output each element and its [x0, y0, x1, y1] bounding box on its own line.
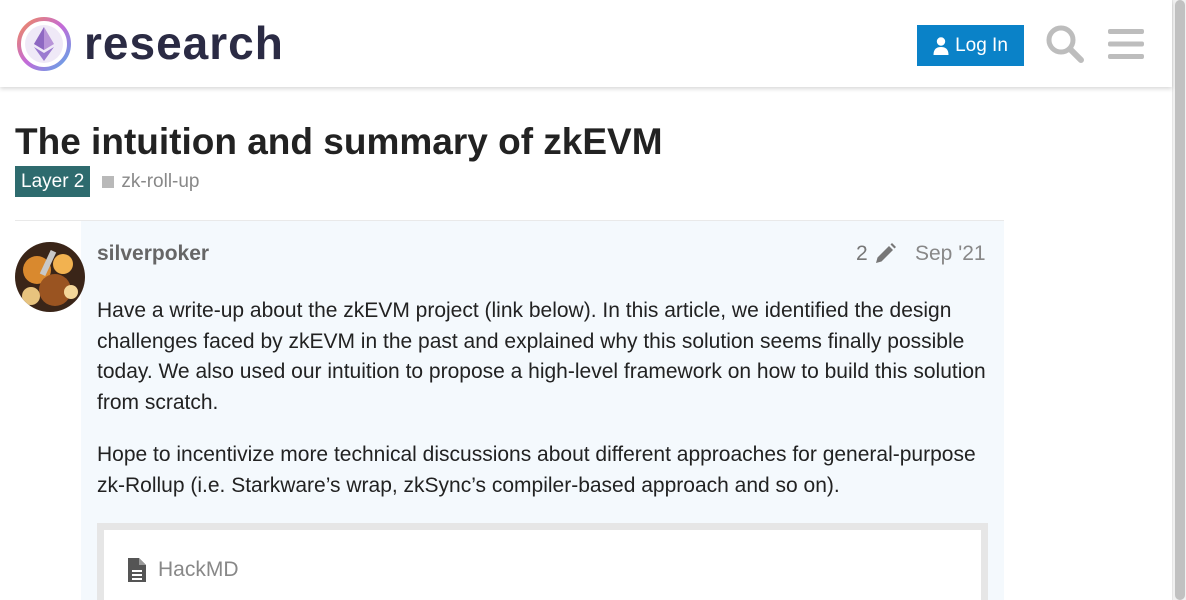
- post-paragraph: Have a write-up about the zkEVM project …: [97, 299, 986, 414]
- pencil-icon: [875, 243, 896, 263]
- login-button[interactable]: Log In: [917, 25, 1024, 66]
- page-scrollbar[interactable]: [1172, 0, 1186, 600]
- hamburger-menu-button[interactable]: [1105, 24, 1147, 64]
- post-paragraph: Hope to incentivize more technical discu…: [97, 443, 976, 497]
- tag-link[interactable]: zk-roll-up: [102, 170, 200, 193]
- avatar-image: [15, 242, 85, 312]
- hamburger-icon: [1108, 29, 1144, 59]
- post-date[interactable]: Sep '21: [915, 240, 986, 268]
- avatar[interactable]: [15, 242, 85, 312]
- onebox-source-label: HackMD: [158, 558, 239, 581]
- document-icon: [128, 558, 146, 582]
- post-username[interactable]: silverpoker: [97, 240, 209, 268]
- link-onebox[interactable]: HackMD: [97, 523, 988, 600]
- scrollbar-thumb[interactable]: [1175, 0, 1185, 600]
- category-badge[interactable]: Layer 2: [15, 166, 91, 197]
- edit-count: 2: [856, 242, 868, 265]
- user-icon: [933, 36, 949, 55]
- onebox-source[interactable]: HackMD: [128, 558, 239, 582]
- tag-square-icon: [102, 175, 115, 188]
- search-button[interactable]: [1043, 22, 1087, 66]
- search-icon: [1046, 25, 1084, 63]
- site-header: research Log In: [0, 0, 1172, 87]
- site-brand[interactable]: research: [84, 14, 284, 72]
- login-label: Log In: [955, 34, 1008, 56]
- ethereum-research-logo[interactable]: [16, 16, 72, 72]
- topic-title[interactable]: The intuition and summary of zkEVM: [15, 118, 663, 166]
- tag-label: zk-roll-up: [121, 170, 200, 192]
- topic-tags: Layer 2 zk-roll-up: [15, 166, 200, 197]
- post-edit-history[interactable]: 2: [856, 240, 896, 268]
